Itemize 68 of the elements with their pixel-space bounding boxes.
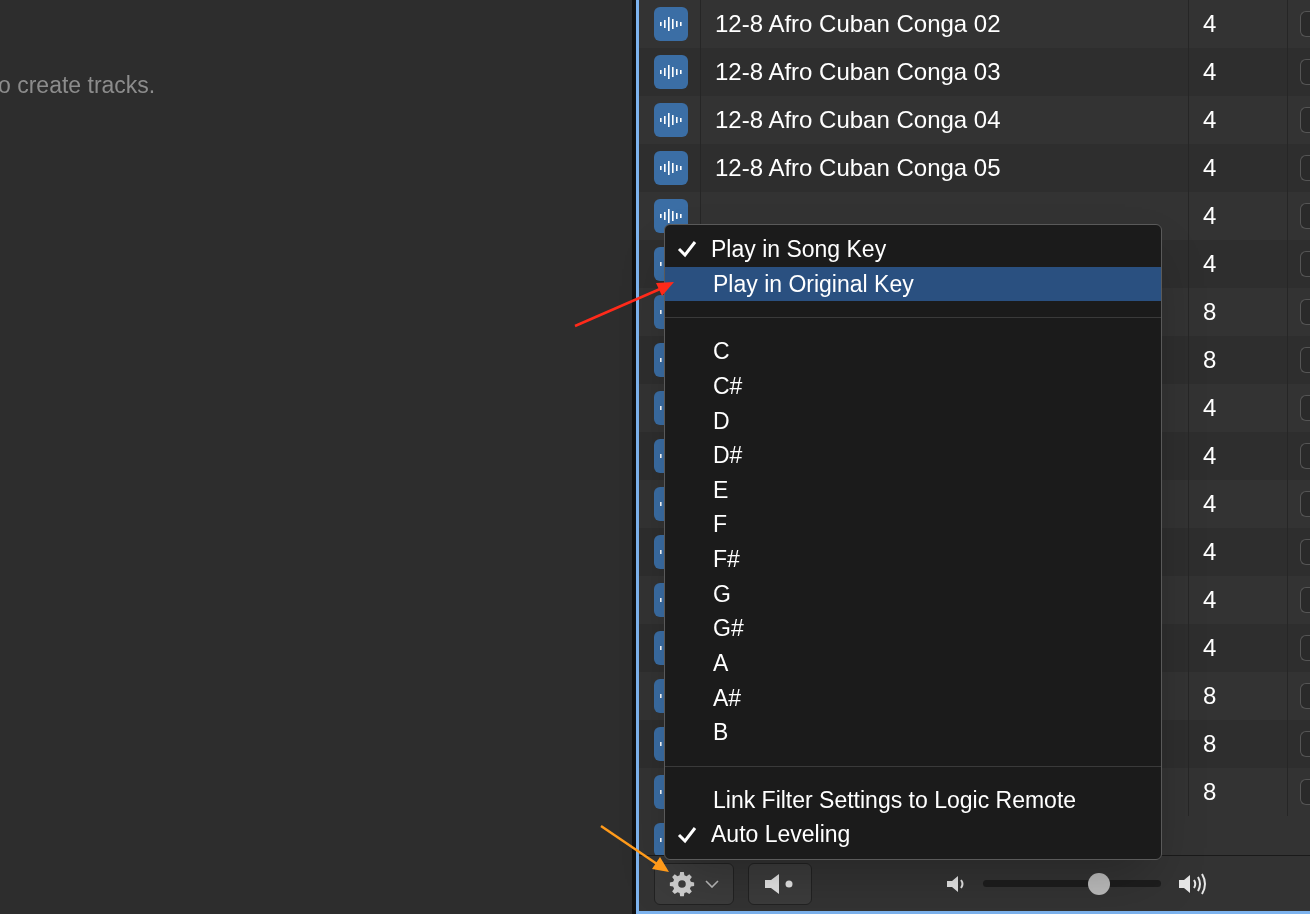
beats-cell-text: 4 (1203, 249, 1217, 279)
favorite-checkbox[interactable] (1300, 59, 1310, 85)
favorite-checkbox[interactable] (1300, 587, 1310, 613)
loop-name: 12-8 Afro Cuban Conga 05 (715, 153, 1001, 183)
menu-item[interactable]: A (665, 645, 1161, 681)
beats-cell-text: 4 (1203, 585, 1217, 615)
volume-slider[interactable] (983, 872, 1161, 895)
waveform-icon (654, 103, 688, 137)
beats-cell-text: 4 (1203, 9, 1217, 39)
loop-name: 12-8 Afro Cuban Conga 03 (715, 57, 1001, 87)
beats-cell-text: 4 (1203, 489, 1217, 519)
favorite-checkbox[interactable] (1300, 251, 1310, 277)
favorite-checkbox[interactable] (1300, 443, 1310, 469)
menu-item[interactable]: E (665, 472, 1161, 508)
favorite-checkbox[interactable] (1300, 299, 1310, 325)
checkmark-icon (677, 240, 697, 259)
favorite-checkbox[interactable] (1300, 155, 1310, 181)
beats-cell-text: 8 (1203, 345, 1217, 375)
settings-icon (669, 870, 695, 897)
chevron-down-icon (705, 879, 719, 888)
menu-item[interactable]: G# (665, 611, 1161, 646)
loop-name: 12-8 Afro Cuban Conga 04 (715, 105, 1001, 135)
beats-cell-text: 8 (1203, 297, 1217, 327)
menu-item[interactable]: B (665, 715, 1161, 750)
loop-name: 12-8 Afro Cuban Conga 02 (715, 9, 1001, 39)
beats-cell-text: 4 (1203, 537, 1217, 567)
menu-item[interactable]: Auto Leveling (665, 817, 1161, 852)
menu-item[interactable]: Link Filter Settings to Logic Remote (665, 782, 1161, 818)
waveform-icon (654, 55, 688, 89)
menu-item[interactable]: G (665, 576, 1161, 612)
favorite-checkbox[interactable] (1300, 635, 1310, 661)
beats-cell-text: 8 (1203, 729, 1217, 759)
menu-item[interactable]: C (665, 334, 1161, 369)
favorite-checkbox[interactable] (1300, 731, 1310, 757)
menu-item[interactable]: D (665, 403, 1161, 439)
loop-row[interactable]: 12-8 Afro Cuban Conga 04 4 (639, 96, 1310, 144)
annotation-arrow (600, 824, 669, 872)
beats-cell-text: 4 (1203, 201, 1217, 231)
beats-cell-text: 4 (1203, 153, 1217, 183)
favorite-checkbox[interactable] (1300, 11, 1310, 37)
settings-menu-button[interactable] (654, 862, 734, 905)
beats-cell-text: 4 (1203, 633, 1217, 663)
menu-item[interactable]: A# (665, 680, 1161, 716)
favorite-checkbox[interactable] (1300, 347, 1310, 373)
beats-cell-text: 8 (1203, 777, 1217, 807)
waveform-icon (654, 151, 688, 185)
favorite-checkbox[interactable] (1300, 107, 1310, 133)
beats-cell-text: 8 (1203, 681, 1217, 711)
beats-cell-text: 4 (1203, 105, 1217, 135)
favorite-checkbox[interactable] (1300, 491, 1310, 517)
menu-item[interactable]: F (665, 507, 1161, 542)
menu-item[interactable]: C# (665, 368, 1161, 404)
menu-item[interactable]: Play in Original Key (665, 266, 1161, 302)
menu-item[interactable]: D# (665, 438, 1161, 473)
favorite-checkbox[interactable] (1300, 779, 1310, 805)
favorite-checkbox[interactable] (1300, 395, 1310, 421)
waveform-icon (654, 7, 688, 41)
beats-cell-text: 4 (1203, 57, 1217, 87)
checkmark-icon (677, 825, 697, 844)
volume-thumb[interactable] (1087, 872, 1110, 895)
beats-cell-text: 4 (1203, 441, 1217, 471)
beats-cell-text: 4 (1203, 393, 1217, 423)
loop-row[interactable]: 12-8 Afro Cuban Conga 02 4 (639, 0, 1310, 48)
preview-speaker-button[interactable] (748, 862, 812, 905)
favorite-checkbox[interactable] (1300, 683, 1310, 709)
menu-item[interactable]: F# (665, 541, 1161, 577)
favorite-checkbox[interactable] (1300, 203, 1310, 229)
favorite-checkbox[interactable] (1300, 539, 1310, 565)
